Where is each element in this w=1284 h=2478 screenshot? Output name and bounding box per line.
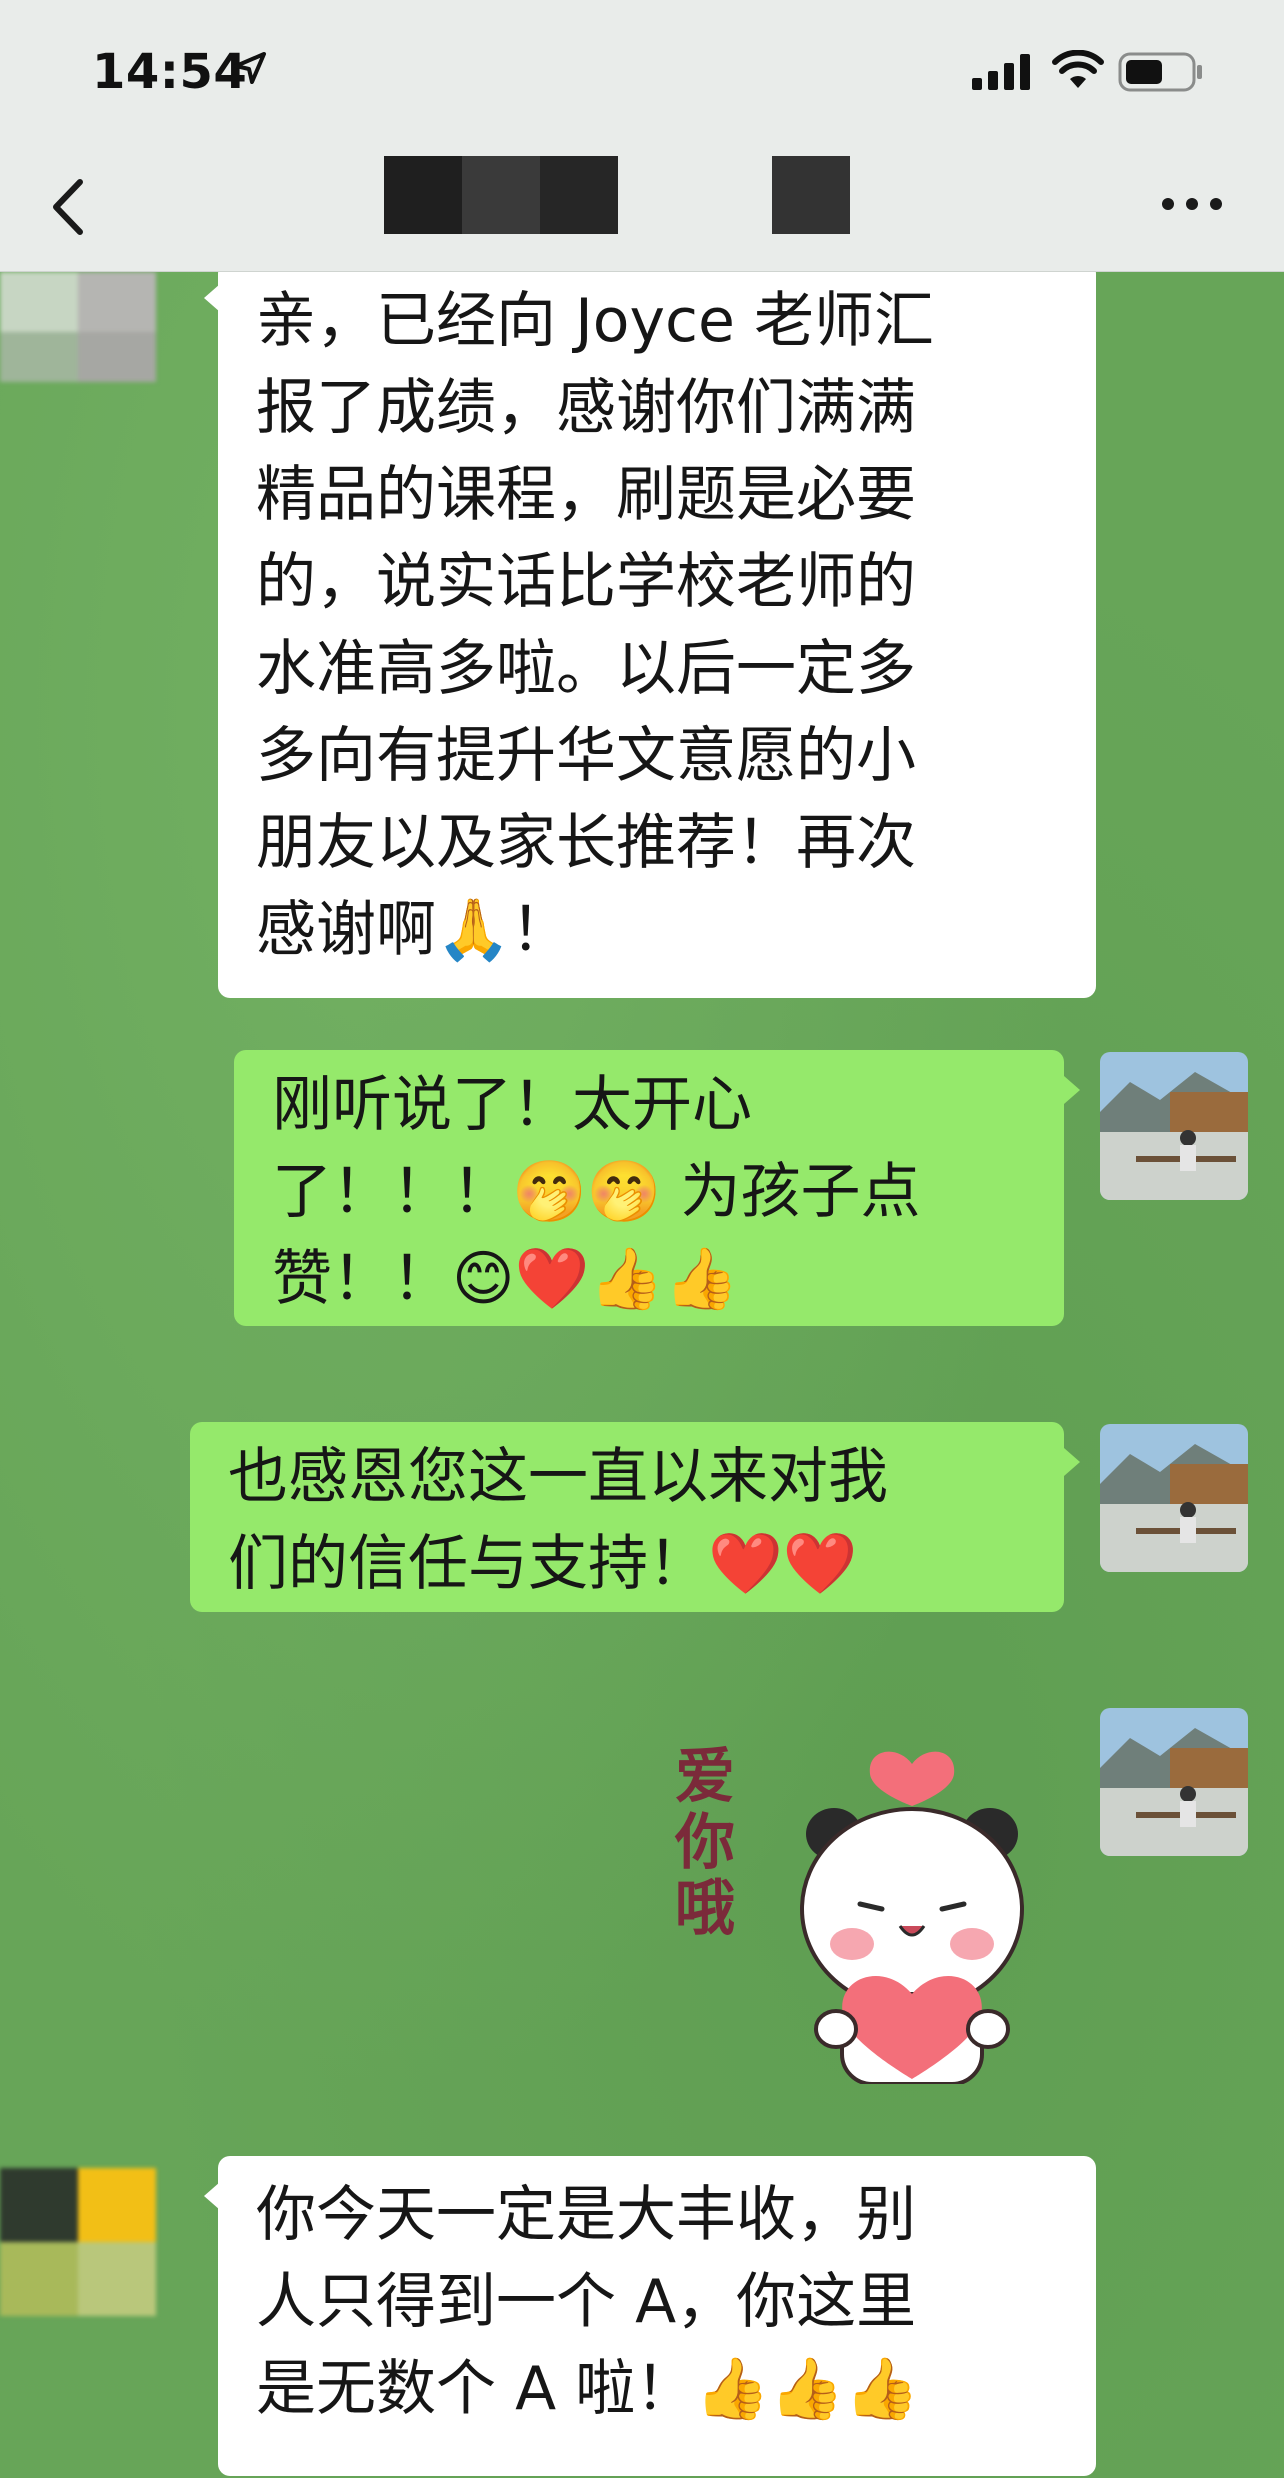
message-line: 报了成绩，感谢你们满满 — [256, 373, 916, 443]
bubble-tail — [204, 284, 220, 312]
message-bubble-received[interactable]: 亲，已经向 Joyce 老师汇 报了成绩，感谢你们满满 精品的课程，刷题是必要 … — [218, 272, 1096, 998]
message-bubble-received[interactable]: 你今天一定是大丰收，别 人只得到一个 A，你这里 是无数个 A 啦！👍👍👍 — [218, 2156, 1096, 2476]
cellular-signal-icon — [972, 54, 1030, 90]
message-line: 了！！！🤭🤭 为孩子点 — [272, 1157, 921, 1227]
message-line: 赞！！😊❤️👍👍 — [272, 1244, 739, 1314]
message-line: 刚听说了！太开心 — [272, 1070, 752, 1140]
avatar[interactable] — [0, 272, 160, 398]
chat-area[interactable]: 亲，已经向 Joyce 老师汇 报了成绩，感谢你们满满 精品的课程，刷题是必要 … — [0, 272, 1284, 2478]
bubble-tail — [204, 2182, 220, 2210]
avatar[interactable] — [0, 2168, 160, 2318]
bubble-tail — [1064, 1076, 1080, 1104]
panda-icon — [800, 1751, 1024, 2084]
message-bubble-sent[interactable]: 刚听说了！太开心 了！！！🤭🤭 为孩子点 赞！！😊❤️👍👍 — [234, 1050, 1064, 1326]
sticker-caption: 爱你哦 — [675, 1742, 735, 1944]
status-bar: 14:54 — [0, 0, 1284, 140]
message-line: 精品的课程，刷题是必要 — [256, 460, 916, 530]
message-line: 人只得到一个 A，你这里 — [256, 2267, 917, 2337]
ellipsis-icon[interactable] — [1160, 196, 1224, 212]
message-line: 是无数个 A 啦！👍👍👍 — [256, 2354, 920, 2424]
message-line: 的，说实话比学校老师的 — [256, 547, 916, 617]
chevron-left-icon[interactable] — [44, 172, 94, 242]
message-line: 水准高多啦。以后一定多 — [256, 634, 916, 704]
chat-header — [0, 140, 1284, 272]
avatar-photo — [1100, 1424, 1248, 1572]
bubble-tail — [1064, 1448, 1080, 1476]
status-time: 14:54 — [92, 44, 248, 100]
message-line: 亲，已经向 Joyce 老师汇 — [256, 286, 934, 356]
message-line: 也感恩您这一直以来对我 — [228, 1442, 888, 1512]
avatar[interactable] — [1100, 1052, 1248, 1200]
message-line: 朋友以及家长推荐！再次 — [256, 808, 916, 878]
message-line: 你今天一定是大丰收，别 — [256, 2180, 916, 2250]
avatar[interactable] — [1100, 1424, 1248, 1572]
message-bubble-sent[interactable]: 也感恩您这一直以来对我 们的信任与支持！❤️❤️ — [190, 1422, 1064, 1612]
avatar[interactable] — [1100, 1708, 1248, 1856]
redacted-contact-name — [384, 156, 618, 234]
wifi-icon — [1052, 50, 1104, 88]
message-line: 们的信任与支持！❤️❤️ — [228, 1529, 858, 1599]
redacted-contact-name-part — [772, 156, 850, 234]
battery-icon — [1118, 52, 1202, 92]
avatar-photo — [1100, 1708, 1248, 1856]
location-arrow-icon — [234, 52, 266, 84]
message-line: 感谢啊🙏！ — [256, 895, 571, 965]
avatar-photo — [1100, 1052, 1248, 1200]
message-line: 多向有提升华文意愿的小 — [256, 721, 916, 791]
panda-heart-sticker[interactable]: 爱你哦 — [672, 1744, 1052, 2084]
